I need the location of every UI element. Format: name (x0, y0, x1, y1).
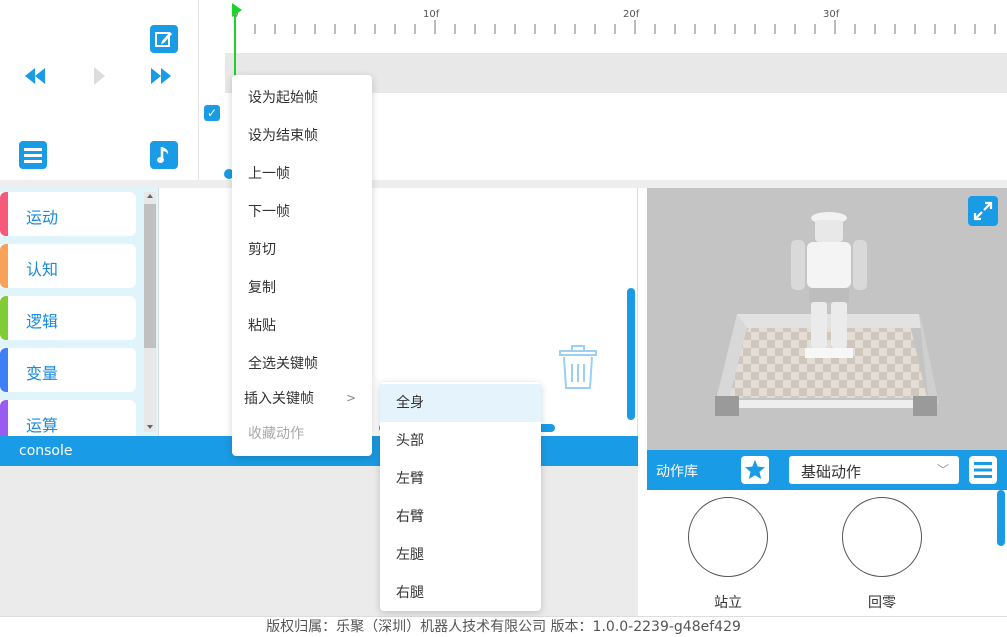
category-label: 逻辑 (26, 312, 59, 331)
scrollbar-thumb[interactable] (144, 204, 156, 348)
menu-item-next-frame[interactable]: 下一帧 (232, 193, 372, 231)
category-label: 运动 (26, 208, 59, 227)
menu-item-favorite-action: 收藏动作 (248, 426, 304, 442)
fast-rewind-icon[interactable] (22, 64, 48, 88)
select-value: 基础动作 (801, 463, 862, 481)
action-item[interactable]: 回零 (841, 497, 923, 612)
category-color-bar (0, 296, 8, 340)
category-color-bar (0, 348, 8, 392)
action-library-title: 动作库 (656, 464, 698, 480)
playhead[interactable] (234, 8, 236, 80)
menu-item-paste[interactable]: 粘贴 (232, 307, 372, 345)
insert-keyframe-submenu: 全身 头部 左臂 右臂 左腿 右腿 (380, 382, 541, 611)
action-thumbnail[interactable] (842, 497, 922, 577)
chevron-right-icon: > (346, 391, 357, 405)
category-variable[interactable]: 变量 (0, 348, 136, 392)
menu-item-cut[interactable]: 剪切 (232, 231, 372, 269)
play-icon[interactable] (88, 64, 110, 88)
trash-icon[interactable] (557, 344, 599, 390)
music-note-icon[interactable] (150, 141, 178, 169)
menu-item-set-end-frame[interactable]: 设为结束帧 (232, 117, 372, 155)
menu-item-copy[interactable]: 复制 (232, 269, 372, 307)
category-operators[interactable]: 运算 (0, 400, 136, 436)
list-menu-icon[interactable] (969, 456, 997, 484)
robot-3d-viewport[interactable] (647, 188, 1007, 450)
chevron-down-icon: ﹀ (936, 463, 949, 477)
playhead-marker-icon[interactable] (230, 2, 244, 18)
track-checkbox[interactable]: ✓ (204, 105, 220, 121)
submenu-item-right-leg[interactable]: 右腿 (380, 574, 541, 612)
category-motion[interactable]: 运动 (0, 192, 136, 236)
submenu-item-whole-body[interactable]: 全身 (380, 384, 541, 422)
action-thumbnail[interactable] (688, 497, 768, 577)
category-label: 变量 (26, 364, 59, 383)
category-color-bar (0, 244, 8, 288)
category-scrollbar[interactable] (144, 192, 156, 432)
menu-item-prev-frame[interactable]: 上一帧 (232, 155, 372, 193)
menu-item-select-all-keyframes[interactable]: 全选关键帧 (232, 345, 372, 383)
menu-item-set-start-frame[interactable]: 设为起始帧 (232, 79, 372, 117)
action-library-list: 站立 回零 (647, 490, 1007, 616)
submenu-item-left-leg[interactable]: 左腿 (380, 536, 541, 574)
category-label: 运算 (26, 416, 59, 435)
ruler-label: 30f (823, 9, 840, 20)
category-color-bar (0, 400, 8, 436)
expand-icon[interactable] (968, 196, 998, 226)
ruler-label: 10f (423, 9, 440, 20)
timeline-ruler (234, 20, 996, 34)
category-logic[interactable]: 逻辑 (0, 296, 136, 340)
copyright-footer: 版权归属：乐聚（深圳）机器人技术有限公司 版本：1.0.0-2239-g48ef… (0, 616, 1007, 637)
action-library-scrollbar[interactable] (997, 490, 1005, 546)
divider (0, 180, 1007, 188)
block-category-list: 运动 认知 逻辑 变量 运算 (0, 188, 158, 436)
workspace-vscrollbar[interactable] (627, 288, 635, 420)
submenu-item-left-arm[interactable]: 左臂 (380, 460, 541, 498)
scroll-up-icon[interactable] (146, 192, 154, 200)
action-library-header: 动作库 基础动作 ﹀ (647, 450, 1007, 490)
ruler-label: 20f (623, 9, 640, 20)
playback-controls (0, 0, 199, 180)
submenu-item-right-arm[interactable]: 右臂 (380, 498, 541, 536)
submenu-item-head[interactable]: 头部 (380, 422, 541, 460)
fast-forward-icon[interactable] (148, 64, 174, 88)
category-label: 认知 (26, 260, 59, 279)
scroll-down-icon[interactable] (146, 423, 154, 431)
category-cognition[interactable]: 认知 (0, 244, 136, 288)
action-category-select[interactable]: 基础动作 ﹀ (789, 456, 959, 484)
action-label: 回零 (868, 595, 896, 611)
robot-model-image (715, 212, 939, 416)
console-output (0, 466, 638, 616)
star-icon[interactable] (741, 456, 769, 484)
edit-icon[interactable] (150, 25, 178, 53)
list-menu-icon[interactable] (19, 141, 47, 169)
timeline-context-menu: 设为起始帧 设为结束帧 上一帧 下一帧 剪切 复制 粘贴 全选关键帧 插入关键帧… (232, 75, 372, 456)
category-color-bar (0, 192, 8, 236)
action-label: 站立 (714, 595, 742, 611)
action-item[interactable]: 站立 (687, 497, 769, 612)
console-label: console (19, 443, 73, 459)
